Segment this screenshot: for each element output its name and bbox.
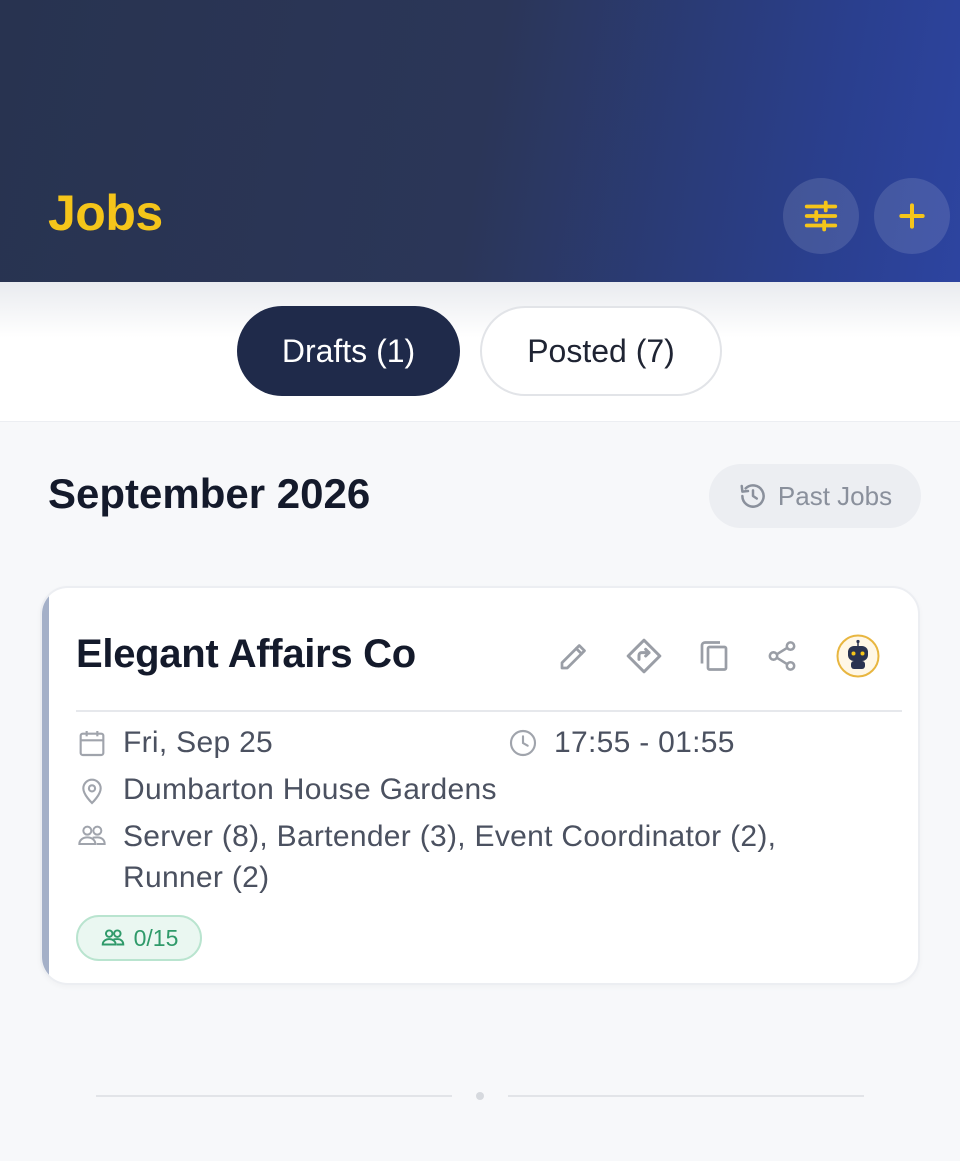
job-date: Fri, Sep 25	[123, 726, 274, 759]
card-divider	[76, 710, 902, 712]
card-accent-bar	[42, 588, 49, 983]
app-header: Jobs	[0, 0, 960, 282]
past-jobs-button[interactable]: Past Jobs	[709, 464, 921, 528]
share-button[interactable]	[762, 636, 802, 676]
clock-icon	[509, 729, 537, 757]
plus-icon	[899, 203, 925, 229]
assistant-button[interactable]	[836, 634, 880, 678]
edit-button[interactable]	[554, 636, 594, 676]
job-client-name: Elegant Affairs Co	[76, 632, 416, 676]
filter-button[interactable]	[783, 178, 859, 254]
robot-avatar-icon	[836, 634, 880, 678]
tab-drafts[interactable]: Drafts (1)	[237, 306, 460, 396]
footer-dot	[476, 1092, 484, 1100]
directions-icon	[626, 638, 662, 674]
edit-icon	[560, 644, 586, 670]
calendar-icon	[79, 731, 105, 757]
staffing-badge: 0/15	[76, 915, 202, 961]
share-icon	[768, 641, 796, 671]
copy-button[interactable]	[694, 636, 734, 676]
people-icon	[101, 929, 124, 946]
staffing-count: 0/15	[133, 924, 179, 951]
people-icon	[78, 825, 106, 845]
history-icon	[740, 484, 765, 508]
footer-divider-right	[508, 1095, 864, 1097]
sliders-icon	[804, 200, 838, 232]
footer-divider-left	[96, 1095, 452, 1097]
directions-button[interactable]	[624, 636, 664, 676]
job-time: 17:55 - 01:55	[554, 726, 735, 759]
tab-posted[interactable]: Posted (7)	[480, 306, 722, 396]
job-roles-line-2: Runner (2)	[123, 861, 270, 894]
location-pin-icon	[82, 778, 102, 805]
copy-icon	[700, 641, 728, 671]
job-card[interactable]: Elegant Affairs Co Fri, Sep 25 17:55 - 0…	[40, 586, 920, 985]
month-heading: September 2026	[48, 470, 371, 517]
past-jobs-label: Past Jobs	[777, 480, 893, 511]
job-roles-line-1: Server (8), Bartender (3), Event Coordin…	[123, 820, 777, 853]
add-job-button[interactable]	[874, 178, 950, 254]
tab-bar: Drafts (1) Posted (7)	[0, 282, 960, 422]
job-location: Dumbarton House Gardens	[123, 773, 497, 806]
page-title: Jobs	[48, 185, 163, 241]
